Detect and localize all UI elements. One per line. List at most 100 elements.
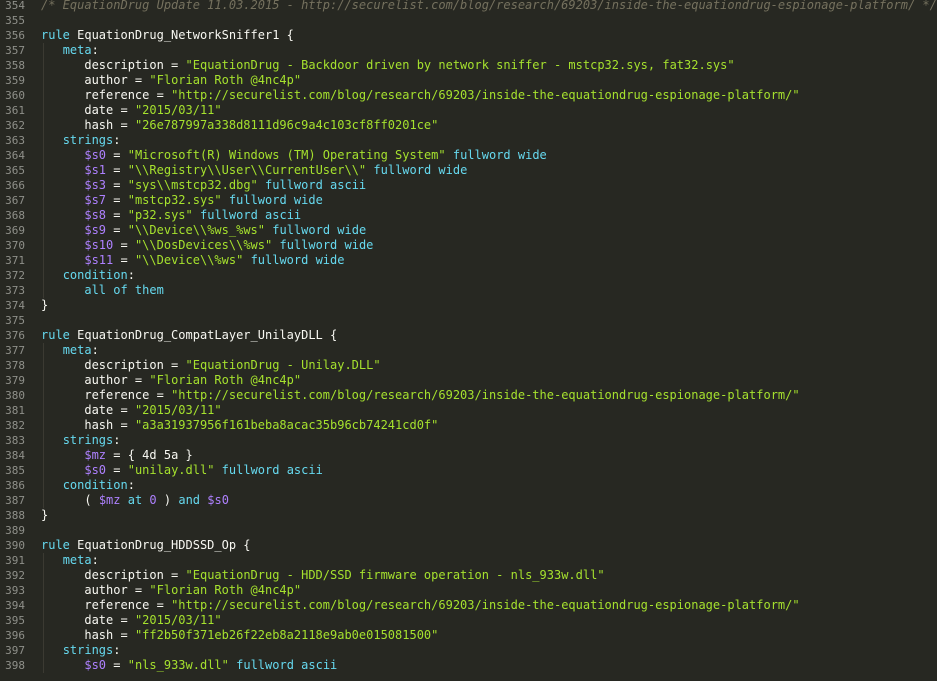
code-line[interactable]: 387 ( $mz at 0 ) and $s0 <box>0 493 937 508</box>
string-token: "p32.sys" <box>127 208 193 222</box>
code-line[interactable]: 356 rule EquationDrug_NetworkSniffer1 { <box>0 28 937 43</box>
keyword-token: all of them <box>84 283 164 297</box>
code-line[interactable]: 383 strings: <box>0 433 937 448</box>
code-editor[interactable]: 354 /* EquationDrug Update 11.03.2015 - h… <box>0 0 937 681</box>
plain-token: : <box>91 343 99 357</box>
variable-token: $s11 <box>84 253 114 267</box>
code-line[interactable]: 388} <box>0 508 937 523</box>
plain-token: ( <box>84 493 99 507</box>
plain-token: hash = <box>84 418 135 432</box>
keyword-token: rule <box>41 28 70 42</box>
code-line[interactable]: 381 date = "2015/03/11" <box>0 403 937 418</box>
line-number: 383 <box>5 434 25 447</box>
line-number: 391 <box>5 554 25 567</box>
code-line[interactable]: 364 $s0 = "Microsoft(R) Windows (TM) Ope… <box>0 148 937 163</box>
code-line[interactable]: 359 author = "Florian Roth @4nc4p" <box>0 73 937 88</box>
plain-token: author = <box>84 583 150 597</box>
code-line[interactable]: 380 reference = "http://securelist.com/b… <box>0 388 937 403</box>
indent-guide <box>43 343 44 508</box>
code-line[interactable]: 369 $s9 = "\\Device\\%ws_%ws" fullword w… <box>0 223 937 238</box>
code-line[interactable]: 398 $s0 = "nls_933w.dll" fullword ascii <box>0 658 937 673</box>
code-text: $s0 = "unilay.dll" fullword ascii <box>41 463 322 478</box>
plain-token: reference = <box>84 388 172 402</box>
plain-token: 4d 5a <box>142 448 179 462</box>
code-line[interactable]: 392 description = "EquationDrug - HDD/SS… <box>0 568 937 583</box>
line-number: 359 <box>5 74 25 87</box>
code-line[interactable]: 375 <box>0 313 937 328</box>
variable-token: $mz <box>84 448 107 462</box>
code-line[interactable]: 386 condition: <box>0 478 937 493</box>
code-line[interactable]: 373 all of them <box>0 283 937 298</box>
string-token: "Microsoft(R) Windows (TM) Operating Sys… <box>127 148 446 162</box>
plain-token: = <box>106 463 128 477</box>
code-line[interactable]: 391 meta: <box>0 553 937 568</box>
code-line[interactable]: 358 description = "EquationDrug - Backdo… <box>0 58 937 73</box>
code-line[interactable]: 382 hash = "a3a31937956f161beba8acac35b9… <box>0 418 937 433</box>
code-text: $s7 = "mstcp32.sys" fullword wide <box>41 193 322 208</box>
plain-token: = { <box>106 448 143 462</box>
code-text: author = "Florian Roth @4nc4p" <box>41 73 301 88</box>
code-line[interactable]: 395 date = "2015/03/11" <box>0 613 937 628</box>
code-line[interactable]: 372 condition: <box>0 268 937 283</box>
line-number: 382 <box>5 419 25 432</box>
code-line[interactable]: 366 $s3 = "sys\\mstcp32.dbg" fullword as… <box>0 178 937 193</box>
code-line[interactable]: 360 reference = "http://securelist.com/b… <box>0 88 937 103</box>
code-line[interactable]: 385 $s0 = "unilay.dll" fullword ascii <box>0 463 937 478</box>
code-text: $s3 = "sys\\mstcp32.dbg" fullword ascii <box>41 178 366 193</box>
plain-token: description = <box>84 58 186 72</box>
code-line[interactable]: 368 $s8 = "p32.sys" fullword ascii <box>0 208 937 223</box>
keyword-token: rule <box>41 538 70 552</box>
code-line[interactable]: 379 author = "Florian Roth @4nc4p" <box>0 373 937 388</box>
line-number: 370 <box>5 239 25 252</box>
keyword-token: strings <box>62 133 114 147</box>
line-number: 372 <box>5 269 25 282</box>
string-token: "unilay.dll" <box>127 463 215 477</box>
code-line[interactable]: 377 meta: <box>0 343 937 358</box>
code-line[interactable]: 354 /* EquationDrug Update 11.03.2015 - h… <box>0 0 937 13</box>
code-line[interactable]: 397 strings: <box>0 643 937 658</box>
line-number: 364 <box>5 149 25 162</box>
code-line[interactable]: 363 strings: <box>0 133 937 148</box>
code-line[interactable]: 367 $s7 = "mstcp32.sys" fullword wide <box>0 193 937 208</box>
line-number: 387 <box>5 494 25 507</box>
string-token: "http://securelist.com/blog/research/692… <box>171 388 800 402</box>
code-line[interactable]: 394 reference = "http://securelist.com/b… <box>0 598 937 613</box>
code-line[interactable]: 384 $mz = { 4d 5a } <box>0 448 937 463</box>
plain-token: = <box>106 658 128 672</box>
code-line[interactable]: 371 $s11 = "\\Device\\%ws" fullword wide <box>0 253 937 268</box>
code-line[interactable]: 390 rule EquationDrug_HDDSSD_Op { <box>0 538 937 553</box>
code-line[interactable]: 376 rule EquationDrug_CompatLayer_UnilayD… <box>0 328 937 343</box>
plain-token: = <box>106 148 128 162</box>
line-number: 389 <box>5 524 25 537</box>
code-line[interactable]: 357 meta: <box>0 43 937 58</box>
line-number: 358 <box>5 59 25 72</box>
line-number: 357 <box>5 44 25 57</box>
code-line[interactable]: 361 date = "2015/03/11" <box>0 103 937 118</box>
variable-token: $s9 <box>84 223 107 237</box>
code-line[interactable]: 389 <box>0 523 937 538</box>
line-number: 390 <box>5 539 25 552</box>
code-line[interactable]: 362 hash = "26e787997a338d8111d96c9a4c10… <box>0 118 937 133</box>
line-number: 355 <box>5 14 25 27</box>
variable-token: $s3 <box>84 178 107 192</box>
line-number: 369 <box>5 224 25 237</box>
plain-token: } <box>41 508 49 522</box>
code-line[interactable]: 374} <box>0 298 937 313</box>
code-line[interactable]: 396 hash = "ff2b50f371eb26f22eb8a2118e9a… <box>0 628 937 643</box>
code-line[interactable]: 370 $s10 = "\\DosDevices\\%ws" fullword … <box>0 238 937 253</box>
code-line[interactable]: 378 description = "EquationDrug - Unilay… <box>0 358 937 373</box>
code-line[interactable]: 393 author = "Florian Roth @4nc4p" <box>0 583 937 598</box>
line-number: 367 <box>5 194 25 207</box>
code-line[interactable]: 355 <box>0 13 937 28</box>
line-number: 356 <box>5 29 25 42</box>
code-line[interactable]: 365 $s1 = "\\Registry\\User\\CurrentUser… <box>0 163 937 178</box>
